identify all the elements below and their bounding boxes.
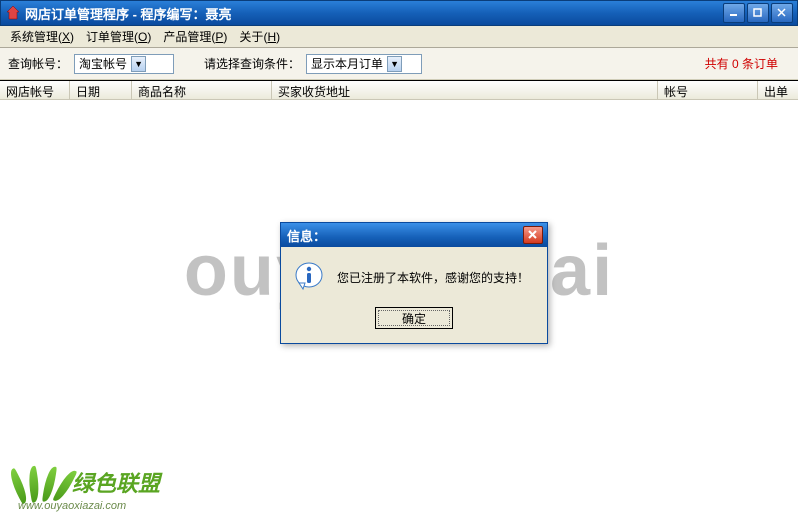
dialog-titlebar: 信息： xyxy=(281,223,547,247)
condition-label: 请选择查询条件： xyxy=(204,55,300,72)
dialog-ok-button[interactable]: 确定 xyxy=(375,307,453,329)
dialog-message: 您已注册了本软件，感谢您的支持！ xyxy=(337,269,529,286)
menu-about[interactable]: 关于(H) xyxy=(233,26,286,47)
col-buyer-address[interactable]: 买家收货地址 xyxy=(272,81,658,99)
table-header: 网店帐号 日期 商品名称 买家收货地址 帐号 出单 xyxy=(0,80,798,100)
col-product-name[interactable]: 商品名称 xyxy=(132,81,272,99)
col-account[interactable]: 帐号 xyxy=(658,81,758,99)
menu-products[interactable]: 产品管理(P) xyxy=(157,26,233,47)
window-titlebar: 网店订单管理程序 - 程序编写：聂亮 xyxy=(0,0,798,26)
app-icon xyxy=(5,5,21,21)
footer-logo: 绿色联盟 xyxy=(18,462,160,502)
close-button[interactable] xyxy=(771,3,793,23)
dialog-close-button[interactable] xyxy=(523,226,543,244)
chevron-down-icon: ▼ xyxy=(387,56,402,72)
query-toolbar: 查询帐号： 淘宝帐号 ▼ 请选择查询条件： 显示本月订单 ▼ 共有 0 条订单 xyxy=(0,48,798,80)
menu-bar: 系统管理(X) 订单管理(O) 产品管理(P) 关于(H) xyxy=(0,26,798,48)
dialog-title-text: 信息： xyxy=(285,226,523,245)
account-combo[interactable]: 淘宝帐号 ▼ xyxy=(74,54,174,74)
account-combo-value: 淘宝帐号 xyxy=(79,55,127,72)
info-icon xyxy=(293,261,325,293)
order-count-status: 共有 0 条订单 xyxy=(705,55,790,72)
condition-combo[interactable]: 显示本月订单 ▼ xyxy=(306,54,422,74)
chevron-down-icon: ▼ xyxy=(131,56,146,72)
footer-brand: 绿色联盟 xyxy=(72,466,160,498)
footer-url: www.ouyaoxiazai.com xyxy=(18,500,126,512)
col-issued[interactable]: 出单 xyxy=(758,81,798,99)
minimize-button[interactable] xyxy=(723,3,745,23)
maximize-button[interactable] xyxy=(747,3,769,23)
menu-system[interactable]: 系统管理(X) xyxy=(4,26,80,47)
col-date[interactable]: 日期 xyxy=(70,81,132,99)
col-shop-account[interactable]: 网店帐号 xyxy=(0,81,70,99)
condition-combo-value: 显示本月订单 xyxy=(311,55,383,72)
leaf-icon xyxy=(18,462,68,502)
info-dialog: 信息： 您已注册了本软件，感谢您的支持！ 确定 xyxy=(280,222,548,344)
window-title: 网店订单管理程序 - 程序编写：聂亮 xyxy=(25,4,723,23)
account-label: 查询帐号： xyxy=(8,55,68,72)
menu-orders[interactable]: 订单管理(O) xyxy=(80,26,157,47)
